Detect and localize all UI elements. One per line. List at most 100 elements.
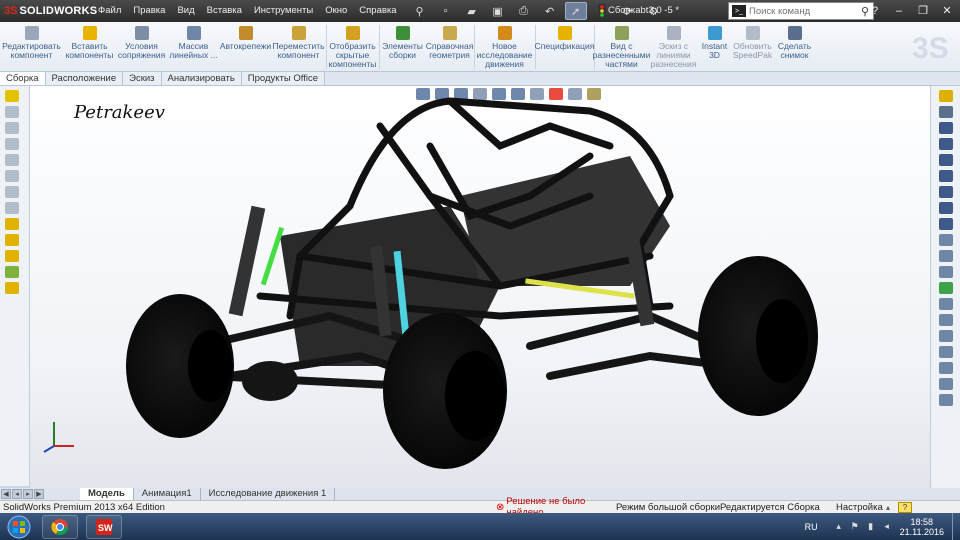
search-input[interactable]: [749, 5, 849, 17]
menu-edit[interactable]: Правка: [127, 0, 171, 22]
app-brand-name: SOLIDWORKS: [19, 5, 98, 17]
pin-icon[interactable]: ⚲: [409, 2, 431, 20]
property-manager-icon[interactable]: [5, 106, 19, 118]
save-icon[interactable]: ▣: [487, 2, 509, 20]
mates-folder-icon[interactable]: [5, 218, 19, 230]
show-hidden-components-button[interactable]: Отобразить скрытые компоненты: [327, 22, 379, 72]
assembly-feature-icon[interactable]: [5, 282, 19, 294]
start-button[interactable]: [4, 514, 34, 540]
origin-icon[interactable]: [5, 266, 19, 278]
insert-components-button[interactable]: Вставить компоненты: [64, 22, 116, 72]
linear-sketch-pattern-icon[interactable]: [939, 346, 953, 358]
window-controls: ? – ❐ ✕: [862, 2, 958, 19]
network-icon[interactable]: ▮: [866, 521, 876, 532]
volume-icon[interactable]: ◂: [882, 521, 892, 532]
flag-icon[interactable]: ⚑: [850, 521, 860, 532]
slot-icon[interactable]: [939, 154, 953, 166]
explode-line-sketch-button[interactable]: Эскиз с линиями разнесения: [649, 22, 699, 72]
menu-help[interactable]: Справка: [353, 0, 402, 22]
circle-icon[interactable]: [939, 170, 953, 182]
edit-component-button[interactable]: Редактировать компонент: [0, 22, 64, 72]
taskbar-solidworks[interactable]: SW: [86, 514, 122, 539]
polygon-icon[interactable]: [939, 250, 953, 262]
menu-view[interactable]: Вид: [171, 0, 200, 22]
menu-file[interactable]: Файл: [92, 0, 127, 22]
solidworks-logo[interactable]: 3S SOLIDWORKS: [0, 5, 97, 17]
tab-animation1[interactable]: Анимация1: [134, 488, 201, 500]
new-motion-study-button[interactable]: Новое исследование движения: [475, 22, 535, 72]
feature-tree-icon[interactable]: [5, 90, 19, 102]
units-dropdown-icon[interactable]: ▴: [886, 503, 890, 512]
prev-tab-icon[interactable]: ◂: [12, 489, 22, 499]
tab-sketch[interactable]: Эскиз: [123, 72, 162, 85]
print-icon[interactable]: ⎙: [513, 2, 535, 20]
bom-button[interactable]: Спецификация: [535, 22, 594, 72]
reference-geometry-icon: [442, 26, 457, 40]
rectangle-icon[interactable]: [939, 138, 953, 150]
show-hidden-icons-icon[interactable]: ▴: [834, 521, 844, 532]
taskbar-chrome[interactable]: [42, 514, 78, 539]
status-help-icon[interactable]: ?: [898, 501, 913, 513]
clock[interactable]: 18:58 21.11.2016: [900, 517, 944, 537]
close-icon[interactable]: ✕: [936, 2, 958, 19]
trim-icon[interactable]: [939, 298, 953, 310]
smart-dimension-icon[interactable]: [939, 106, 953, 118]
command-search[interactable]: >_ ⚲: [728, 2, 874, 20]
restore-icon[interactable]: ❐: [912, 2, 934, 19]
select-pointer-icon[interactable]: ➚: [564, 2, 587, 20]
mate-button[interactable]: Условия сопряжения: [116, 22, 168, 72]
tab-office-products[interactable]: Продукты Office: [241, 72, 325, 85]
undo-icon[interactable]: ↶: [539, 2, 561, 20]
menu-window[interactable]: Окно: [319, 0, 353, 22]
next-tab-icon[interactable]: ▸: [23, 489, 33, 499]
minimize-icon[interactable]: –: [888, 2, 910, 19]
move-entities-icon[interactable]: [939, 362, 953, 374]
first-tab-icon[interactable]: ◀: [1, 489, 11, 499]
status-units-menu[interactable]: Настройка: [836, 502, 886, 513]
graphics-viewport[interactable]: Petrakeev: [30, 86, 930, 488]
point-icon[interactable]: [939, 266, 953, 278]
smart-fasteners-button[interactable]: Автокрепежи: [220, 22, 272, 72]
language-indicator[interactable]: RU: [805, 522, 818, 532]
new-document-icon[interactable]: ▫: [435, 2, 457, 20]
tab-model[interactable]: Модель: [80, 488, 134, 500]
component-icon[interactable]: [5, 202, 19, 214]
linear-pattern-button[interactable]: Массив линейных ...: [168, 22, 220, 72]
line-icon[interactable]: [939, 122, 953, 134]
display-manager-icon[interactable]: [5, 154, 19, 166]
fillet-icon[interactable]: [939, 234, 953, 246]
instant3d-button[interactable]: Instant 3D: [699, 22, 731, 72]
take-snapshot-button[interactable]: Сделать снимок: [775, 22, 815, 72]
ellipse-icon[interactable]: [939, 218, 953, 230]
tab-assembly[interactable]: Сборка: [0, 72, 46, 85]
mirror-icon[interactable]: [939, 314, 953, 326]
appearances-icon[interactable]: [939, 282, 953, 294]
configuration-manager-icon[interactable]: [5, 122, 19, 134]
display-relations-icon[interactable]: [939, 378, 953, 390]
menu-insert[interactable]: Вставка: [201, 0, 248, 22]
sketch-pencil-icon[interactable]: [939, 90, 953, 102]
show-desktop-button[interactable]: [952, 513, 960, 540]
move-component-button[interactable]: Переместить компонент: [272, 22, 326, 72]
tab-evaluate[interactable]: Анализировать: [161, 72, 242, 85]
help-icon[interactable]: ?: [864, 2, 886, 19]
menu-tools[interactable]: Инструменты: [248, 0, 319, 22]
repair-sketch-icon[interactable]: [939, 394, 953, 406]
spline-icon[interactable]: [939, 202, 953, 214]
exploded-view-button[interactable]: Вид с разнесенными частями: [593, 22, 650, 72]
component-icon[interactable]: [5, 186, 19, 198]
last-tab-icon[interactable]: ▶: [34, 489, 44, 499]
open-folder-icon[interactable]: ▰: [461, 2, 483, 20]
assembly-features-button[interactable]: Элементы сборки: [380, 22, 426, 72]
offset-icon[interactable]: [939, 330, 953, 342]
tab-layout[interactable]: Расположение: [45, 72, 124, 85]
arc-icon[interactable]: [939, 186, 953, 198]
tab-motion-study-1[interactable]: Исследование движения 1: [201, 488, 336, 500]
dimxpert-icon[interactable]: [5, 138, 19, 150]
buggy-3d-model[interactable]: [30, 86, 930, 488]
reference-geometry-button[interactable]: Справочная геометрия: [426, 22, 474, 72]
component-icon[interactable]: [5, 170, 19, 182]
plane-icon[interactable]: [5, 250, 19, 262]
update-speedpak-button[interactable]: Обновить SpeedPak: [731, 22, 775, 72]
sketch-icon[interactable]: [5, 234, 19, 246]
